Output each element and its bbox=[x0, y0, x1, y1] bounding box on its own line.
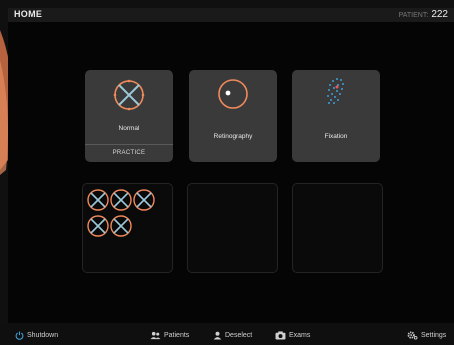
user-icon bbox=[213, 331, 222, 340]
cross-circle-icon bbox=[113, 79, 145, 111]
patient-label: PATIENT: bbox=[398, 12, 429, 19]
custom-exam-slot-1[interactable] bbox=[82, 183, 173, 273]
exams-label: Exams bbox=[289, 331, 311, 339]
exams-button[interactable]: Exams bbox=[275, 329, 310, 341]
practice-button[interactable]: PRACTICE bbox=[85, 144, 173, 162]
exam-tile-fixation[interactable]: Fixation bbox=[292, 70, 380, 162]
patient-id: 222 bbox=[431, 9, 448, 20]
deselect-label: Deselect bbox=[225, 331, 253, 339]
exam-tile-retinography[interactable]: Retinography bbox=[189, 70, 277, 162]
tile-label-retinography: Retinography bbox=[213, 133, 253, 140]
camera-icon bbox=[275, 330, 286, 340]
bottom-bar: Shutdown Patients Deselect Exams Setting… bbox=[0, 323, 454, 345]
tile-label-fixation: Fixation bbox=[324, 133, 348, 140]
top-bar: HOME PATIENT: 222 bbox=[8, 8, 454, 22]
retina-circle-icon bbox=[218, 79, 248, 109]
patient-indicator: PATIENT: 222 bbox=[399, 9, 448, 20]
patients-button[interactable]: Patients bbox=[150, 329, 189, 341]
multi-exam-icon bbox=[87, 189, 155, 237]
power-icon bbox=[15, 331, 24, 340]
custom-exam-slot-3[interactable] bbox=[292, 183, 383, 273]
settings-label: Settings bbox=[421, 331, 447, 339]
patients-label: Patients bbox=[164, 331, 190, 339]
main-screen bbox=[8, 8, 454, 323]
custom-exam-slot-2[interactable] bbox=[187, 183, 278, 273]
fixation-dots-icon bbox=[327, 78, 344, 104]
exam-tile-normal[interactable]: Normal PRACTICE bbox=[85, 70, 173, 162]
page-title: HOME bbox=[14, 9, 43, 19]
gear-icon bbox=[407, 330, 418, 340]
shutdown-label: Shutdown bbox=[27, 331, 59, 339]
settings-button[interactable]: Settings bbox=[407, 329, 446, 341]
shutdown-button[interactable]: Shutdown bbox=[15, 329, 58, 341]
tile-label-normal: Normal bbox=[118, 125, 140, 132]
deselect-button[interactable]: Deselect bbox=[213, 329, 252, 341]
users-icon bbox=[150, 331, 161, 339]
